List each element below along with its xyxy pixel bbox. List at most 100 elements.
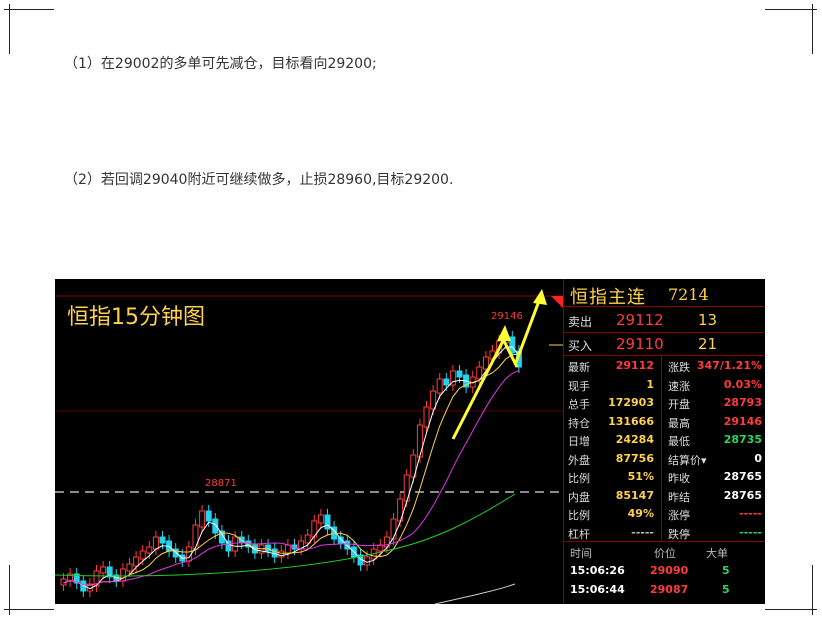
candle-body [133, 556, 140, 567]
buy-qty: 21 [698, 335, 718, 353]
trade-price: 29087 [650, 583, 689, 596]
stat-label: 开盘 [668, 398, 690, 411]
stat-label: 最高 [668, 416, 690, 430]
low-price-label: 28871 [205, 478, 237, 489]
candle-body [159, 536, 166, 544]
stat-value: 87756 [615, 451, 654, 465]
candle-body [152, 536, 159, 550]
candle-body [423, 406, 430, 428]
stat-value: 24284 [615, 433, 654, 446]
stat-value: 51% [627, 470, 654, 483]
moving-average-line [63, 353, 519, 586]
quote-code: 7214 [668, 285, 709, 304]
trade-time: 15:06:26 [570, 564, 625, 577]
candle-body [232, 536, 239, 552]
stat-label: 杠杆 [568, 527, 590, 541]
moving-average-line [434, 583, 516, 604]
up-arrow-head [533, 289, 547, 305]
stat-value: 28793 [723, 396, 762, 409]
stat-label: 外盘 [568, 453, 590, 467]
candlestick-chart: 恒指15分钟图 29146 28871 [55, 289, 563, 604]
candle-body [139, 550, 146, 560]
stat-value: 0 [754, 451, 762, 465]
stat-value: 29146 [723, 414, 762, 428]
trades-header-size: 大单 [706, 547, 728, 560]
candle-body [212, 518, 219, 534]
candle-body [436, 378, 443, 394]
candle-body [284, 544, 291, 554]
stat-label: 总手 [568, 398, 590, 411]
stat-value: 28765 [723, 470, 762, 483]
stat-value: 347/1.21% [696, 359, 762, 372]
candle-body [192, 524, 199, 550]
candle-body [317, 514, 324, 524]
trade-size: 5 [722, 583, 730, 596]
buy-price: 29110 [616, 335, 664, 353]
stat-label: 昨收 [668, 472, 690, 485]
candle-body [456, 370, 463, 378]
candle-body [126, 563, 133, 572]
stat-value: ----- [739, 525, 762, 539]
stat-value: ----- [739, 507, 762, 520]
candle-body [146, 546, 153, 554]
candle-body [304, 534, 311, 544]
candle-body [443, 378, 450, 386]
moving-average-line [55, 493, 516, 577]
candle-body [265, 544, 272, 552]
stat-value: 172903 [608, 396, 654, 409]
stat-value: 85147 [615, 488, 654, 502]
stat-label: 结算价▾ [668, 453, 707, 467]
candles-group [60, 331, 522, 597]
candle-body [199, 510, 206, 528]
trade-time: 15:06:44 [570, 583, 625, 596]
quote-panel: 恒指主连 7214 卖出 29112 13 买入 29110 21 最新 2911… [563, 279, 765, 604]
candle-body [337, 536, 344, 544]
stat-label: 现手 [568, 379, 590, 393]
stat-value: 29112 [615, 359, 654, 372]
corner-marker [551, 296, 563, 308]
candle-body [430, 390, 437, 410]
candle-body [100, 566, 107, 574]
stat-value: 131666 [608, 414, 654, 428]
stat-value: 1 [646, 377, 654, 391]
candle-body [185, 546, 192, 562]
stat-label: 跌停 [668, 527, 690, 541]
candle-body [377, 544, 384, 552]
candlestick-chart-image: 恒指15分钟图 29146 28871 恒指主连 7214 卖出 29112 1… [55, 279, 765, 604]
trade-size: 5 [722, 564, 730, 577]
sell-qty: 13 [698, 311, 718, 329]
trades-header-time: 时间 [570, 547, 592, 560]
stat-label: 最新 [568, 361, 590, 374]
candle-body [205, 510, 212, 522]
candle-body [416, 424, 423, 458]
stat-value: 28765 [723, 488, 762, 502]
candle-body [509, 336, 516, 354]
stat-label: 最低 [668, 435, 690, 448]
candle-body [482, 356, 489, 370]
article-line-1: （1）在29002的多单可先减仓，目标看向29200; [64, 56, 377, 72]
buy-label: 买入 [568, 339, 593, 353]
stat-value: ----- [631, 525, 654, 539]
trades-header-price: 价位 [654, 547, 676, 560]
buy-row: 买入 [568, 337, 592, 354]
stat-label: 昨结 [668, 490, 690, 504]
stat-value: 0.03% [723, 377, 762, 391]
sell-price: 29112 [616, 311, 664, 329]
peak-price-label: 29146 [491, 311, 523, 322]
moving-averages-group [55, 346, 520, 604]
stat-label: 日增 [568, 435, 590, 448]
sell-label: 卖出 [568, 315, 593, 329]
stat-value: 28735 [723, 433, 762, 446]
stat-label: 涨跌 [668, 361, 690, 374]
stat-label: 比例 [568, 509, 590, 522]
article-line-2: （2）若回调29040附近可继续做多，止损28960,目标29200. [64, 172, 454, 188]
sell-row: 卖出 [568, 313, 592, 330]
stat-label: 比例 [568, 472, 590, 485]
chart-title: 恒指15分钟图 [67, 305, 205, 330]
stat-label: 涨停 [668, 509, 690, 522]
stat-label: 持仓 [568, 416, 590, 430]
candle-body [390, 518, 397, 540]
trade-price: 29090 [650, 564, 689, 577]
stat-label: 内盘 [568, 490, 590, 504]
stat-label: 速涨 [668, 379, 690, 393]
